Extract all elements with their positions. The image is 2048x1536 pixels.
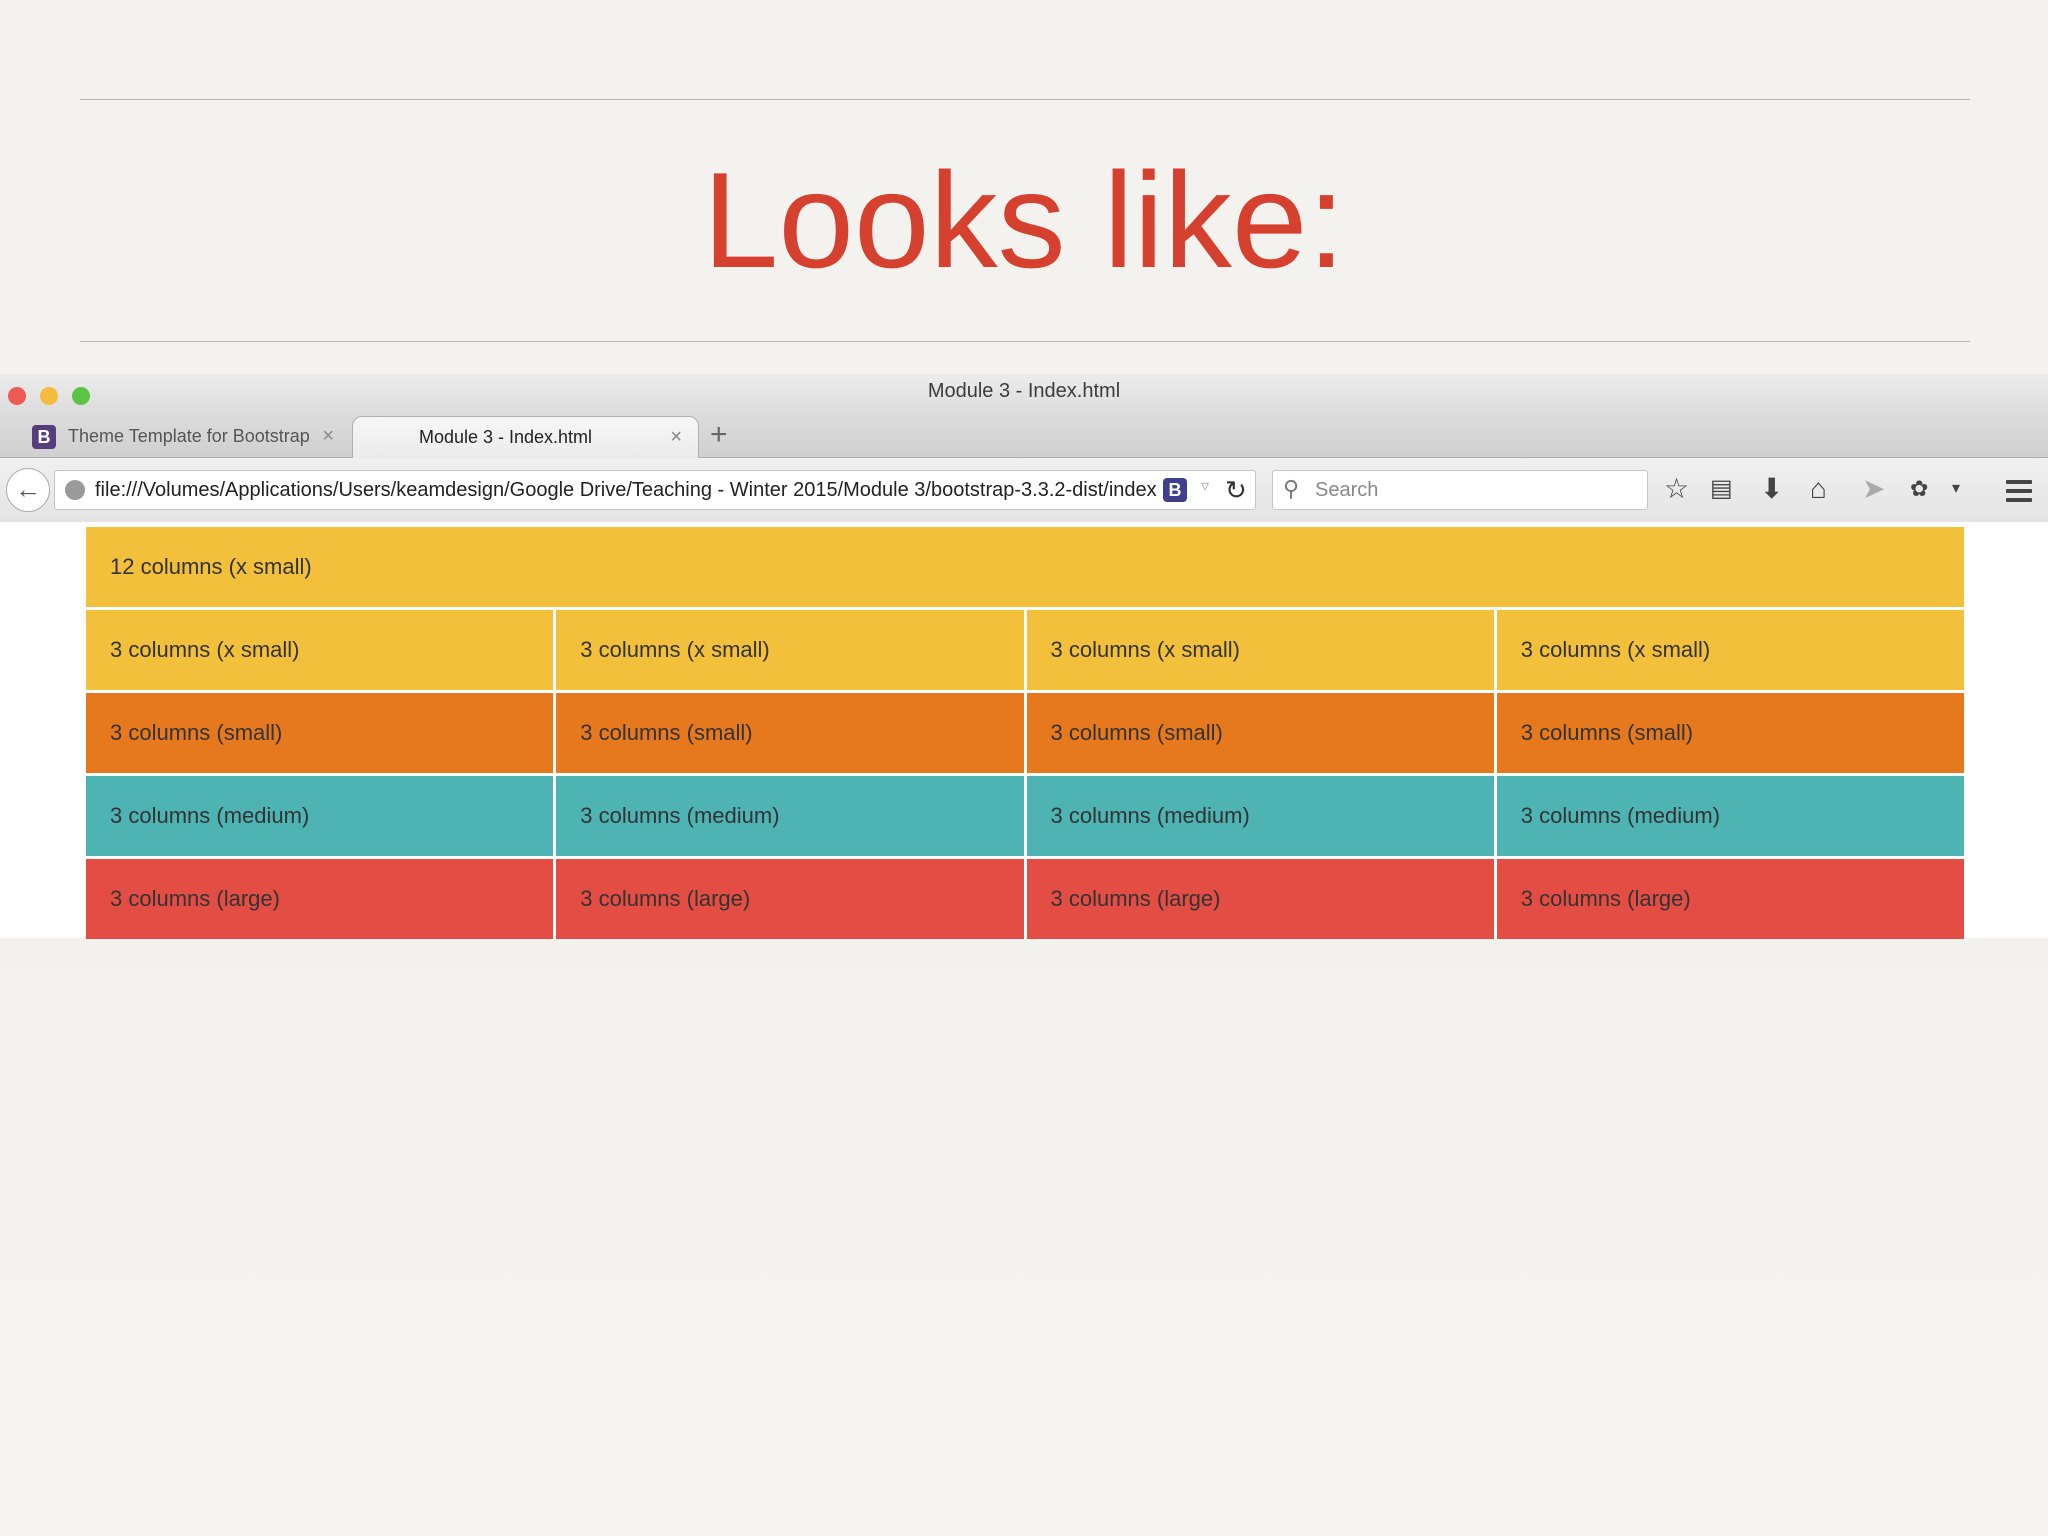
top-divider bbox=[80, 99, 1970, 100]
download-icon[interactable]: ⬇ bbox=[1760, 472, 1783, 506]
tab-module-3[interactable]: Module 3 - Index.html × bbox=[352, 416, 699, 458]
new-tab-button[interactable]: + bbox=[710, 418, 728, 452]
send-icon[interactable]: ➤ bbox=[1862, 472, 1885, 506]
tab-label: Theme Template for Bootstrap bbox=[68, 426, 310, 446]
grid-row: 12 columns (x small) bbox=[86, 527, 1964, 607]
bootstrap-favicon-icon: B bbox=[32, 424, 56, 449]
window-titlebar: Module 3 - Index.html bbox=[0, 374, 2048, 414]
close-tab-icon[interactable]: × bbox=[670, 426, 682, 449]
grid-cell: 12 columns (x small) bbox=[86, 527, 1964, 607]
grid-cell: 3 columns (large) bbox=[1026, 859, 1497, 939]
slide-title: Looks like: bbox=[702, 144, 1346, 296]
url-bar[interactable]: file:///Volumes/Applications/Users/keamd… bbox=[54, 470, 1256, 510]
search-placeholder: Search bbox=[1315, 479, 1379, 501]
search-icon: ⚲ bbox=[1283, 476, 1300, 501]
grid-cell: 3 columns (x small) bbox=[1026, 610, 1497, 690]
window-title: Module 3 - Index.html bbox=[927, 380, 1121, 402]
tab-strip: B Theme Template for Bootstrap × Module … bbox=[0, 414, 2048, 458]
star-icon[interactable]: ☆ bbox=[1664, 472, 1689, 506]
grid-row: 3 columns (large) 3 columns (large) 3 co… bbox=[86, 859, 1964, 939]
grid-cell: 3 columns (small) bbox=[556, 693, 1027, 773]
tab-label: Module 3 - Index.html bbox=[418, 427, 593, 447]
tab-theme-template[interactable]: B Theme Template for Bootstrap × bbox=[20, 416, 350, 457]
browser-window: Module 3 - Index.html B Theme Template f… bbox=[0, 374, 2048, 939]
grid-cell: 3 columns (large) bbox=[86, 859, 557, 939]
back-button[interactable]: ← bbox=[6, 468, 50, 512]
close-tab-icon[interactable]: × bbox=[322, 425, 334, 448]
grid-row: 3 columns (medium) 3 columns (medium) 3 … bbox=[86, 776, 1964, 856]
grid-cell: 3 columns (medium) bbox=[556, 776, 1027, 856]
grid-cell: 3 columns (x small) bbox=[556, 610, 1027, 690]
extension-icon[interactable]: ✿ bbox=[1910, 472, 1928, 506]
grid-cell: 3 columns (medium) bbox=[1496, 776, 1964, 856]
grid-cell: 3 columns (medium) bbox=[1026, 776, 1497, 856]
grid-row: 3 columns (x small) 3 columns (x small) … bbox=[86, 610, 1964, 690]
bottom-divider bbox=[80, 341, 1970, 342]
grid-cell: 3 columns (x small) bbox=[86, 610, 557, 690]
page-content: 12 columns (x small) 3 columns (x small)… bbox=[0, 522, 2048, 939]
grid-row: 3 columns (small) 3 columns (small) 3 co… bbox=[86, 693, 1964, 773]
reload-icon[interactable]: ↻ bbox=[1225, 473, 1247, 507]
url-text[interactable]: file:///Volumes/Applications/Users/keamd… bbox=[95, 471, 1205, 509]
reading-list-icon[interactable]: ▤ bbox=[1710, 472, 1733, 506]
grid-cell: 3 columns (large) bbox=[556, 859, 1027, 939]
grid-cell: 3 columns (small) bbox=[1026, 693, 1497, 773]
grid-cell: 3 columns (small) bbox=[1496, 693, 1964, 773]
navigation-toolbar: ← file:///Volumes/Applications/Users/kea… bbox=[0, 458, 2048, 523]
grid-cell: 3 columns (x small) bbox=[1496, 610, 1964, 690]
bootstrap-extension-icon[interactable]: B bbox=[1163, 478, 1187, 502]
grid-cell: 3 columns (medium) bbox=[86, 776, 557, 856]
menu-icon[interactable] bbox=[2006, 480, 2032, 507]
extension-dropdown-icon[interactable]: ▾ bbox=[1952, 472, 1960, 506]
grid-cell: 3 columns (small) bbox=[86, 693, 557, 773]
search-input[interactable]: ⚲ Search bbox=[1272, 470, 1648, 510]
history-dropdown-icon[interactable]: ▿ bbox=[1201, 476, 1209, 496]
site-identity-icon[interactable] bbox=[65, 480, 85, 500]
home-icon[interactable]: ⌂ bbox=[1810, 472, 1827, 506]
grid-cell: 3 columns (large) bbox=[1496, 859, 1964, 939]
